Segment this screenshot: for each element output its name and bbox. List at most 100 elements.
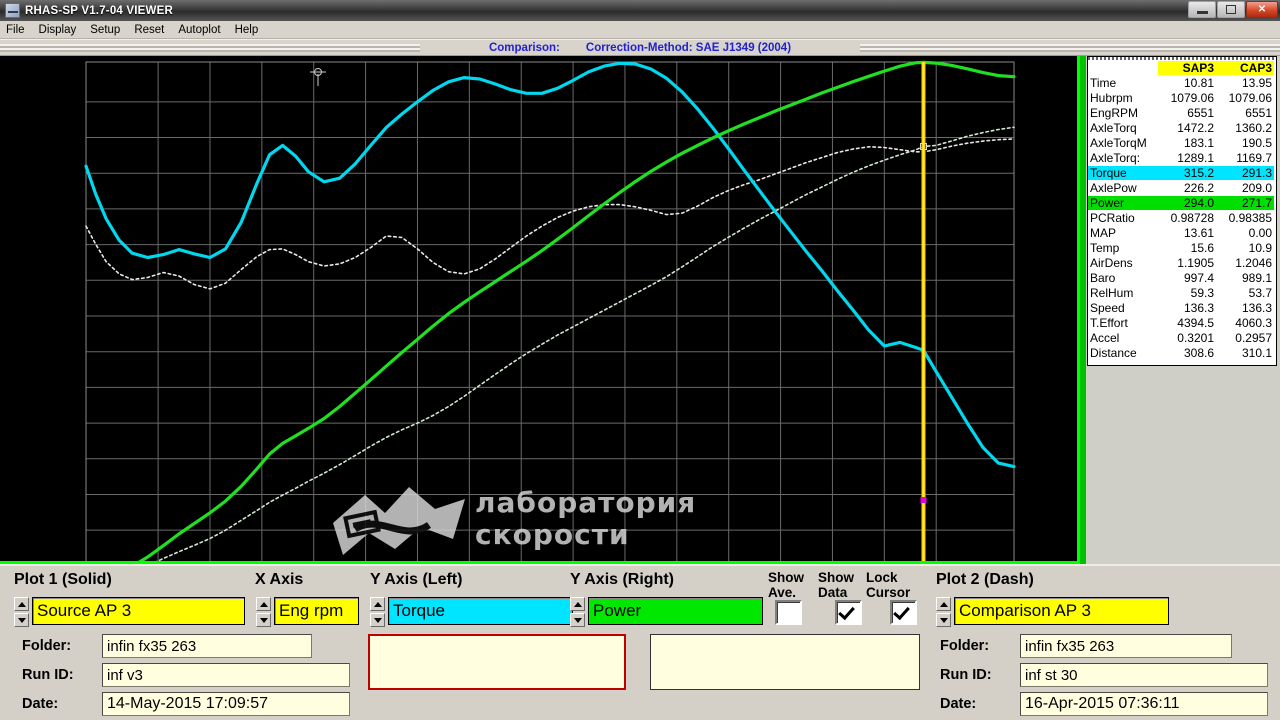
data-row-value-sap3: 997.4 — [1183, 270, 1214, 285]
close-button[interactable]: ✕ — [1246, 1, 1278, 18]
xaxis-spinner-up[interactable] — [256, 597, 271, 611]
data-row-value-cap3: 209.0 — [1241, 180, 1272, 195]
yleft-spinner-up[interactable] — [370, 597, 385, 611]
data-row-value-cap3: 1360.2 — [1235, 120, 1272, 135]
data-row-value-cap3: 0.00 — [1248, 225, 1272, 240]
yright-spinner-up[interactable] — [570, 597, 585, 611]
data-panel-row: PCRatio 0.98728 0.98385 — [1088, 210, 1276, 225]
data-row-value-sap3: 59.3 — [1190, 285, 1214, 300]
data-row-value-sap3: 0.98728 — [1170, 210, 1214, 225]
yleft-spinner-down[interactable] — [370, 613, 385, 627]
data-column-1-header: SAP3 — [1158, 60, 1216, 75]
data-row-value-sap3: 1289.1 — [1177, 150, 1214, 165]
show-ave-title-line2: Ave. — [768, 585, 797, 600]
application-window: RHAS-SP V1.7-04 VIEWER ✕ File Display Se… — [0, 0, 1280, 720]
xaxis-spinner[interactable] — [256, 597, 271, 627]
lock-cursor-title-line2: Cursor — [866, 585, 911, 600]
data-panel-row: AxleTorqM 183.1 190.5 — [1088, 135, 1276, 150]
data-panel-row: AxlePow 226.2 209.0 — [1088, 180, 1276, 195]
data-panel-row: AxleTorq 1472.2 1360.2 — [1088, 120, 1276, 135]
menu-bar: File Display Setup Reset Autoplot Help — [0, 21, 1280, 39]
show-ave-title-line1: Show — [768, 570, 804, 585]
xaxis-spinner-down[interactable] — [256, 613, 271, 627]
left-runid-field[interactable]: inf v3 — [102, 663, 350, 687]
data-panel-row: MAP 13.61 0.00 — [1088, 225, 1276, 240]
data-row-value-cap3: 53.7 — [1248, 285, 1272, 300]
data-row-label: Power — [1088, 195, 1158, 210]
right-date-label: Date: — [940, 696, 977, 712]
chart-plot-area[interactable]: 355.58–350.00–345.00–340.00–335.00–330.0… — [0, 56, 1080, 642]
data-row-value-cap3: 271.7 — [1216, 195, 1274, 210]
plot2-spinner-down[interactable] — [936, 613, 951, 627]
left-folder-field[interactable]: infin fx35 263 — [102, 634, 312, 658]
data-row-value-sap3: 10.81 — [1183, 75, 1214, 90]
data-panel-row: Torque 315.2 291.3 — [1088, 165, 1276, 180]
data-row-value-cap3: 989.1 — [1241, 270, 1272, 285]
plot2-source-combo[interactable]: Comparison AP 3 — [954, 597, 1169, 625]
data-row-value-cap3: 310.1 — [1241, 345, 1272, 360]
menu-item-display[interactable]: Display — [39, 24, 77, 36]
left-date-field: 14-May-2015 17:09:57 — [102, 692, 350, 716]
plot2-section-title: Plot 2 (Dash) — [936, 571, 1034, 588]
yright-spinner-down[interactable] — [570, 613, 585, 627]
yright-spinner[interactable] — [570, 597, 585, 627]
right-folder-field[interactable]: infin fx35 263 — [1020, 634, 1232, 658]
header-rail-left — [0, 44, 420, 52]
menu-item-file[interactable]: File — [6, 24, 25, 36]
menu-item-setup[interactable]: Setup — [90, 24, 120, 36]
data-row-value-cap3: 1.2046 — [1235, 255, 1272, 270]
menu-item-reset[interactable]: Reset — [134, 24, 164, 36]
menu-item-autoplot[interactable]: Autoplot — [178, 24, 220, 36]
data-row-label: Torque — [1088, 165, 1158, 180]
xaxis-section-title: X Axis — [255, 571, 304, 588]
data-row-label: Temp — [1090, 240, 1120, 255]
plot1-source-combo[interactable]: Source AP 3 — [32, 597, 245, 625]
plot2-spinner[interactable] — [936, 597, 951, 627]
data-row-value-cap3: 1079.06 — [1228, 90, 1272, 105]
yleft-combo[interactable]: Torque — [388, 597, 573, 625]
data-panel-row: Speed 136.3 136.3 — [1088, 300, 1276, 315]
window-controls: ✕ — [1188, 1, 1278, 18]
data-row-value-cap3: 190.5 — [1241, 135, 1272, 150]
data-row-value-sap3: 6551 — [1187, 105, 1214, 120]
menu-item-help[interactable]: Help — [235, 24, 259, 36]
data-row-label: Baro — [1090, 270, 1116, 285]
plot1-spinner[interactable] — [14, 597, 29, 627]
correction-method-label: Correction-Method: SAE J1349 (2004) — [585, 41, 792, 54]
data-row-label: AxleTorq: — [1090, 150, 1141, 165]
data-panel-row: Hubrpm 1079.06 1079.06 — [1088, 90, 1276, 105]
data-row-value-cap3: 13.95 — [1241, 75, 1272, 90]
data-column-2-header: CAP3 — [1216, 60, 1274, 75]
data-panel-row: Distance 308.6 310.1 — [1088, 345, 1276, 360]
minimize-button[interactable] — [1188, 1, 1216, 18]
maximize-button[interactable] — [1217, 1, 1245, 18]
plot1-spinner-down[interactable] — [14, 613, 29, 627]
show-data-checkbox[interactable] — [835, 600, 862, 625]
right-runid-field[interactable]: inf st 30 — [1020, 663, 1268, 687]
comparison-header: Comparison: Correction-Method: SAE J1349… — [0, 39, 1280, 56]
data-panel-row: AxleTorq: 1289.1 1169.7 — [1088, 150, 1276, 165]
show-data-title-line1: Show — [818, 570, 854, 585]
notes-box-left[interactable] — [368, 634, 626, 690]
data-row-value-cap3: 1169.7 — [1236, 150, 1272, 165]
plot1-section-title: Plot 1 (Solid) — [14, 571, 112, 588]
yleft-section-title: Y Axis (Left) — [370, 571, 463, 588]
yleft-spinner[interactable] — [370, 597, 385, 627]
data-row-value-cap3: 136.3 — [1241, 300, 1272, 315]
left-runid-label: Run ID: — [22, 667, 74, 683]
xaxis-combo[interactable]: Eng rpm — [274, 597, 359, 625]
plot2-spinner-up[interactable] — [936, 597, 951, 611]
show-ave-checkbox[interactable] — [775, 600, 802, 625]
yright-combo[interactable]: Power — [588, 597, 763, 625]
cursor-data-panel: SAP3 CAP3 Time 10.81 13.95 Hubrpm 1079.06 107… — [1087, 56, 1277, 366]
data-row-value-cap3: 4060.3 — [1235, 315, 1272, 330]
plot1-spinner-up[interactable] — [14, 597, 29, 611]
data-row-value-sap3: 226.2 — [1183, 180, 1214, 195]
left-folder-label: Folder: — [22, 638, 72, 654]
title-bar: RHAS-SP V1.7-04 VIEWER ✕ — [0, 0, 1280, 21]
data-row-value-sap3: 15.6 — [1190, 240, 1214, 255]
lock-cursor-checkbox[interactable] — [890, 600, 917, 625]
data-row-label: T.Effort — [1090, 315, 1128, 330]
notes-box-right[interactable] — [650, 634, 920, 690]
control-panel: Plot 1 (Solid) X Axis Y Axis (Left) Y Ax… — [0, 564, 1280, 720]
